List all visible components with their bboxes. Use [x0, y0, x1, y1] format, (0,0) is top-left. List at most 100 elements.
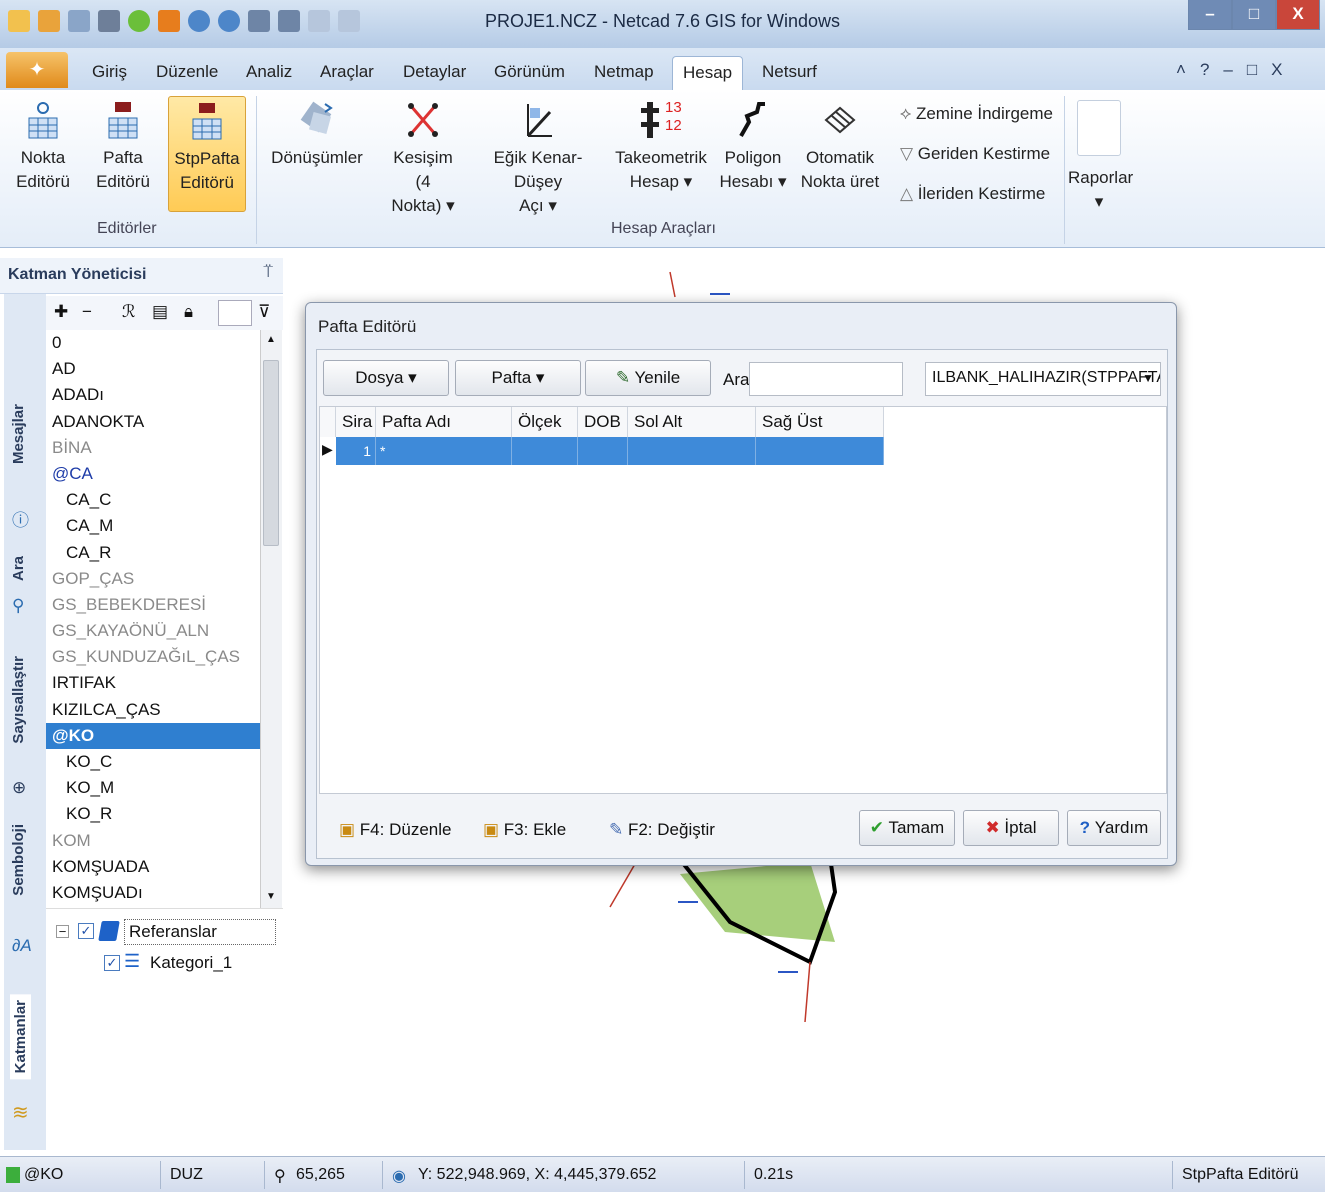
- cell-olcek[interactable]: [512, 437, 578, 465]
- layer-item[interactable]: 0: [46, 330, 260, 356]
- layer-item[interactable]: @CA: [46, 461, 260, 487]
- nokta-editoru-button[interactable]: Nokta Editörü: [10, 100, 76, 194]
- remove-layer-icon[interactable]: −: [82, 302, 92, 322]
- col-pafta-adi[interactable]: Pafta Adı: [376, 407, 512, 437]
- layer-item[interactable]: CA_R: [46, 540, 260, 566]
- stppafta-editoru-button[interactable]: StpPafta Editörü: [168, 96, 246, 212]
- f2-degistir-button[interactable]: ✎ F2: Değiştir: [609, 820, 715, 840]
- mdi-restore-icon[interactable]: □: [1247, 60, 1271, 79]
- layer-item[interactable]: KOMŞUADA: [46, 854, 260, 880]
- mdi-minimize-icon[interactable]: –: [1223, 60, 1246, 79]
- referanslar-checkbox[interactable]: ✓: [78, 923, 94, 939]
- maximize-button[interactable]: □: [1232, 0, 1276, 30]
- help-circle-icon[interactable]: ?: [1200, 60, 1223, 79]
- mdi-controls[interactable]: ˄?–□X: [1176, 60, 1297, 80]
- yenile-button[interactable]: ✎ Yenile: [585, 360, 711, 396]
- side-tab-mesajlar[interactable]: Mesajlar: [10, 404, 27, 464]
- cell-sag-ust[interactable]: [756, 437, 884, 465]
- donusumler-button[interactable]: Dönüşümler: [270, 100, 364, 170]
- side-tab-semboloji[interactable]: Semboloji: [10, 824, 27, 896]
- layer-item[interactable]: GS_KAYAÖNÜ_ALN: [46, 618, 260, 644]
- layer-list-scrollbar[interactable]: ▲ ▼: [260, 330, 282, 908]
- col-sol-alt[interactable]: Sol Alt: [628, 407, 756, 437]
- tab-gorunum[interactable]: Görünüm: [484, 56, 575, 90]
- col-dob[interactable]: DOB: [578, 407, 628, 437]
- ileriden-kestirme-button[interactable]: △ İleriden Kestirme: [900, 184, 1045, 204]
- col-sag-ust[interactable]: Sağ Üst: [756, 407, 884, 437]
- kesisim-button[interactable]: Kesişim (4 Nokta) ▾: [384, 100, 462, 218]
- collapse-ribbon-icon[interactable]: ˄: [1176, 60, 1200, 79]
- f4-duzenle-button[interactable]: ▣ F4: Düzenle: [339, 820, 451, 840]
- layer-item[interactable]: KOM: [46, 828, 260, 854]
- pafta-grid[interactable]: Sira Pafta Adı Ölçek DOB Sol Alt Sağ Üst…: [319, 406, 1167, 794]
- col-sira[interactable]: Sira: [336, 407, 376, 437]
- layer-item[interactable]: KO_C: [46, 749, 260, 775]
- minimize-button[interactable]: –: [1188, 0, 1232, 30]
- tab-detaylar[interactable]: Detaylar: [393, 56, 476, 90]
- pafta-menu-button[interactable]: Pafta ▾: [455, 360, 581, 396]
- layer-item[interactable]: CA_C: [46, 487, 260, 513]
- tab-netsurf[interactable]: Netsurf: [752, 56, 827, 90]
- geriden-kestirme-button[interactable]: ▽ Geriden Kestirme: [900, 144, 1050, 164]
- tree-collapse-icon[interactable]: −: [56, 925, 69, 938]
- tab-hesap[interactable]: Hesap: [672, 56, 744, 90]
- layer-item[interactable]: BİNA: [46, 435, 260, 461]
- cell-pafta-adi[interactable]: *: [376, 437, 512, 465]
- tab-duzenle[interactable]: Düzenle: [146, 56, 228, 90]
- scroll-up-icon[interactable]: ▲: [266, 334, 276, 345]
- layer-item[interactable]: @KO: [46, 722, 260, 749]
- mdi-close-icon[interactable]: X: [1271, 60, 1296, 79]
- otomatik-nokta-button[interactable]: Otomatik Nokta üret: [800, 100, 880, 194]
- cell-dob[interactable]: [578, 437, 628, 465]
- tab-netmap[interactable]: Netmap: [584, 56, 664, 90]
- tab-araclar[interactable]: Araçlar: [310, 56, 384, 90]
- layer-properties-icon[interactable]: ▤: [152, 302, 168, 322]
- tamam-button[interactable]: ✔ Tamam: [859, 810, 955, 846]
- layer-combo[interactable]: ILBANK_HALIHAZIR(STPPAFTA ▼: [925, 362, 1161, 396]
- cell-sol-alt[interactable]: [628, 437, 756, 465]
- takeometrik-button[interactable]: 13 12 Takeometrik Hesap ▾: [612, 100, 710, 194]
- side-tab-ara[interactable]: Ara: [10, 556, 27, 581]
- application-menu-button[interactable]: ✦: [6, 52, 68, 88]
- layer-item[interactable]: ADADı: [46, 382, 260, 408]
- chevron-down-icon[interactable]: ▼: [1142, 371, 1154, 385]
- kategori-checkbox[interactable]: ✓: [104, 955, 120, 971]
- layer-item[interactable]: GS_KUNDUZAĞıL_ÇAS: [46, 644, 260, 670]
- layer-item[interactable]: GOP_ÇAS: [46, 566, 260, 592]
- scroll-thumb[interactable]: [263, 360, 279, 546]
- layer-item[interactable]: KO_R: [46, 801, 260, 827]
- layer-item[interactable]: KO_M: [46, 775, 260, 801]
- iptal-button[interactable]: ✖ İptal: [963, 810, 1059, 846]
- layer-item[interactable]: AD: [46, 356, 260, 382]
- layer-item[interactable]: ADANOKTA: [46, 409, 260, 435]
- yardim-button[interactable]: ? Yardım: [1067, 810, 1161, 846]
- pafta-editoru-button[interactable]: Pafta Editörü: [88, 100, 158, 194]
- tab-giris[interactable]: Giriş: [82, 56, 137, 90]
- ara-input[interactable]: [749, 362, 903, 396]
- add-layer-icon[interactable]: ✚: [54, 302, 68, 322]
- filter-icon[interactable]: ⊽: [258, 302, 270, 322]
- raporlar-button[interactable]: Raporlar ▾: [1068, 100, 1133, 214]
- poligon-hesabi-button[interactable]: Poligon Hesabı ▾: [716, 100, 790, 194]
- side-tab-katmanlar[interactable]: Katmanlar: [10, 994, 31, 1080]
- referanslar-node[interactable]: Referanslar: [124, 919, 276, 945]
- side-tab-sayisallastir[interactable]: Sayısallaştır: [10, 656, 27, 744]
- tab-analiz[interactable]: Analiz: [236, 56, 302, 90]
- pin-icon[interactable]: ⍡: [263, 264, 273, 282]
- f3-ekle-button[interactable]: ▣ F3: Ekle: [483, 820, 566, 840]
- layer-item[interactable]: KOMŞUADı: [46, 880, 260, 906]
- layer-item[interactable]: KIZILCA_ÇAS: [46, 697, 260, 723]
- close-button[interactable]: X: [1276, 0, 1320, 30]
- dosya-menu-button[interactable]: Dosya ▾: [323, 360, 449, 396]
- kategori-node[interactable]: Kategori_1: [150, 953, 232, 973]
- layer-item[interactable]: IRTIFAK: [46, 670, 260, 696]
- cell-sira[interactable]: 1: [336, 437, 376, 465]
- scroll-down-icon[interactable]: ▼: [266, 891, 276, 902]
- col-olcek[interactable]: Ölçek: [512, 407, 578, 437]
- lock-icon[interactable]: 🔒︎: [184, 302, 193, 322]
- egik-kenar-button[interactable]: Eğik Kenar-Düşey Açı ▾: [474, 100, 602, 218]
- layer-item[interactable]: CA_M: [46, 513, 260, 539]
- layer-item[interactable]: GS_BEBEKDERESİ: [46, 592, 260, 618]
- zemine-indirgeme-button[interactable]: ⟡ Zemine İndirgeme: [900, 104, 1053, 124]
- layer-search-icon[interactable]: ℛ: [122, 302, 136, 322]
